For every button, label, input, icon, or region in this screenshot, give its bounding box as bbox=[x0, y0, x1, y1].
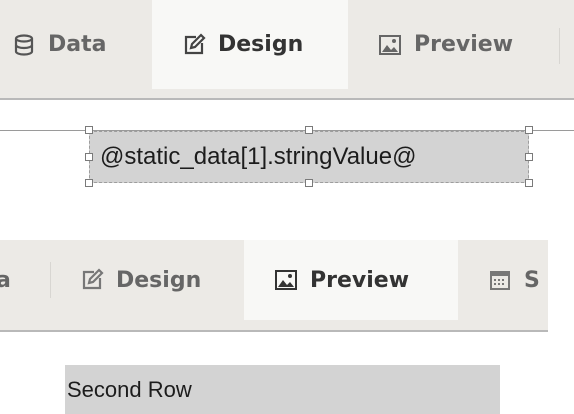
top-tab-bar: Data Design Preview bbox=[0, 0, 574, 100]
tab-preview-label: Preview bbox=[414, 32, 514, 57]
resize-handle-top-center[interactable] bbox=[305, 126, 313, 134]
preview-row-cell: Second Row bbox=[65, 365, 500, 414]
tab-separator bbox=[559, 28, 560, 64]
resize-handle-bottom-center[interactable] bbox=[305, 179, 313, 187]
tab-design[interactable]: Design bbox=[80, 240, 240, 320]
text-field-element[interactable]: @static_data[1].stringValue@ bbox=[89, 131, 529, 183]
resize-handle-bottom-left[interactable] bbox=[85, 179, 93, 187]
tab-preview[interactable]: Preview bbox=[378, 0, 558, 89]
edit-icon bbox=[182, 32, 206, 57]
report-editor-screenshot: Data Design Preview @static_data[1].stri… bbox=[0, 0, 574, 414]
tab-schedule-partial[interactable]: S bbox=[488, 240, 548, 320]
image-icon bbox=[378, 33, 402, 57]
resize-handle-bottom-right[interactable] bbox=[525, 179, 533, 187]
tab-separator bbox=[50, 262, 51, 298]
bottom-tab-bar: a Design Preview S bbox=[0, 240, 548, 332]
tab-design-label: Design bbox=[116, 267, 202, 293]
edit-icon bbox=[80, 268, 104, 292]
tab-preview[interactable]: Preview bbox=[244, 240, 458, 320]
tab-design-label: Design bbox=[218, 32, 304, 57]
preview-row-text: Second Row bbox=[67, 376, 192, 402]
tab-preview-label: Preview bbox=[310, 267, 410, 293]
tab-design[interactable]: Design bbox=[152, 0, 348, 89]
tab-data-partial-label: a bbox=[0, 267, 11, 293]
resize-handle-middle-left[interactable] bbox=[85, 153, 93, 161]
tab-schedule-partial-label: S bbox=[524, 267, 540, 293]
tab-data-label: Data bbox=[48, 32, 107, 57]
resize-handle-top-left[interactable] bbox=[85, 126, 93, 134]
calendar-icon bbox=[488, 268, 512, 292]
field-expression-text: @static_data[1].stringValue@ bbox=[100, 143, 417, 170]
resize-handle-top-right[interactable] bbox=[525, 126, 533, 134]
database-icon bbox=[12, 33, 36, 57]
resize-handle-middle-right[interactable] bbox=[525, 153, 533, 161]
image-icon bbox=[274, 268, 298, 292]
tab-data-partial[interactable]: a bbox=[0, 240, 26, 320]
tab-data[interactable]: Data bbox=[12, 0, 147, 89]
